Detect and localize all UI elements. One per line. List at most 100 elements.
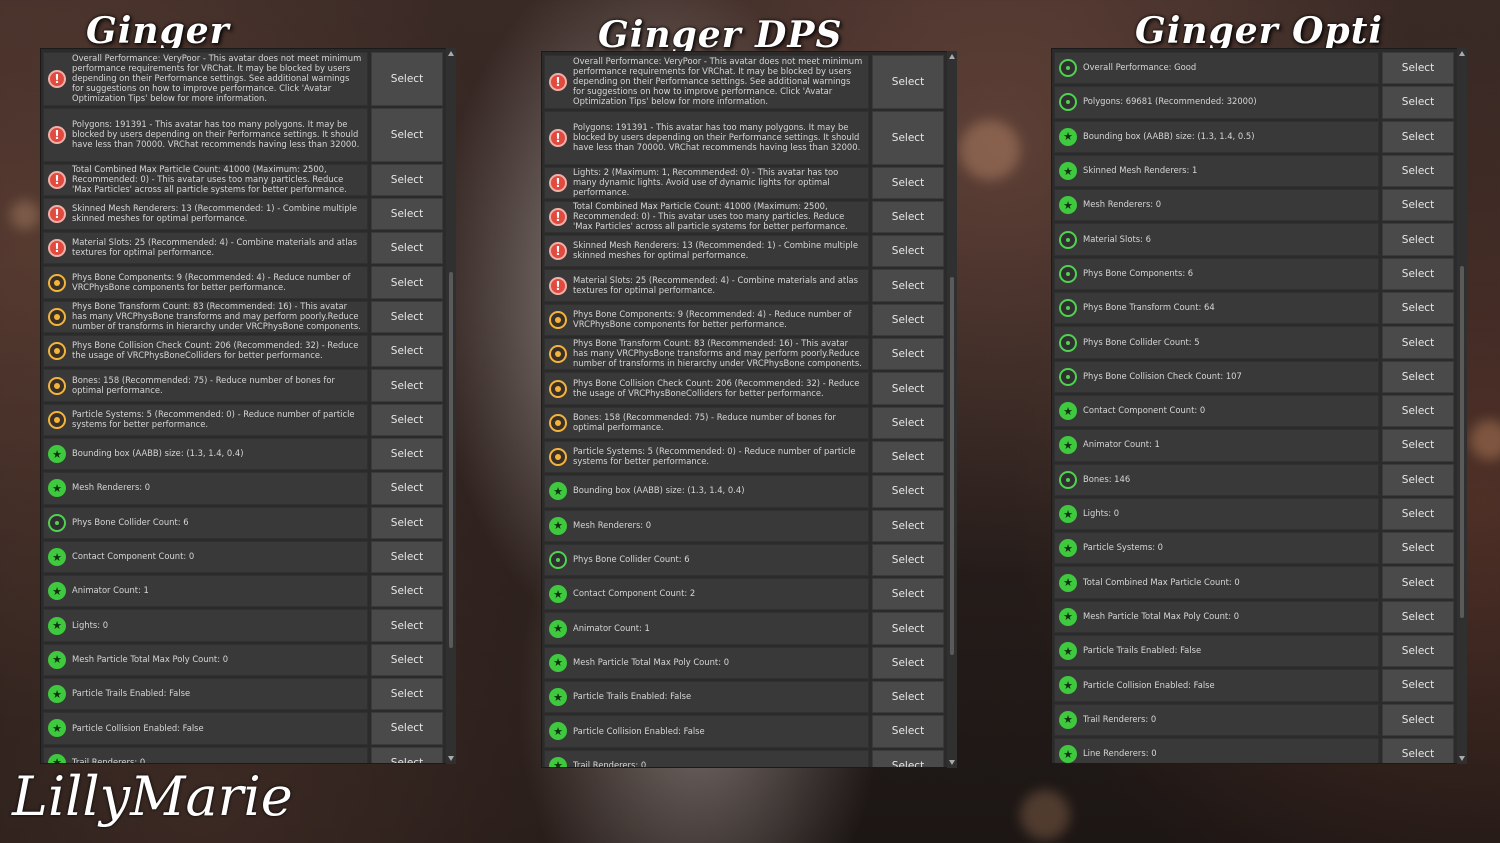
select-button[interactable]: Select: [1382, 703, 1454, 736]
scroll-down-icon[interactable]: [448, 756, 454, 761]
select-button[interactable]: Select: [1382, 497, 1454, 531]
select-button[interactable]: Select: [872, 612, 944, 645]
select-button[interactable]: Select: [872, 475, 944, 508]
list-item: ★ Mesh Renderers: 0 Select: [544, 509, 949, 543]
list-item: ! Total Combined Max Particle Count: 4100…: [43, 163, 447, 197]
select-button[interactable]: Select: [371, 472, 443, 505]
select-button[interactable]: Select: [371, 163, 443, 196]
select-button[interactable]: Select: [1382, 360, 1454, 393]
performance-message: ★ Mesh Renderers: 0: [544, 509, 869, 542]
select-button[interactable]: Select: [1382, 463, 1454, 496]
scroll-up-icon[interactable]: [949, 54, 955, 59]
select-button[interactable]: Select: [371, 437, 443, 471]
select-button[interactable]: Select: [872, 338, 944, 371]
select-button[interactable]: Select: [1382, 635, 1454, 668]
performance-message: Phys Bone Collision Check Count: 206 (Re…: [43, 335, 368, 368]
select-button[interactable]: Select: [872, 372, 944, 405]
select-button[interactable]: Select: [371, 712, 443, 745]
performance-message: Phys Bone Collision Check Count: 206 (Re…: [544, 372, 869, 405]
select-button[interactable]: Select: [1382, 223, 1454, 256]
select-button[interactable]: Select: [1382, 600, 1454, 634]
select-button[interactable]: Select: [1382, 154, 1454, 188]
select-button[interactable]: Select: [371, 575, 443, 608]
scrollbar-ginger-opti[interactable]: [1457, 48, 1467, 764]
select-button[interactable]: Select: [371, 107, 443, 162]
select-button[interactable]: Select: [872, 543, 944, 577]
performance-message: Phys Bone Components: 9 (Recommended: 4)…: [43, 266, 368, 299]
select-button[interactable]: Select: [1382, 189, 1454, 222]
select-button[interactable]: Select: [371, 643, 443, 677]
star-icon: ★: [48, 445, 66, 464]
select-button[interactable]: Select: [872, 578, 944, 611]
select-button[interactable]: Select: [371, 232, 443, 265]
select-button[interactable]: Select: [371, 300, 443, 334]
performance-text: Lights: 2 (Maximum: 1, Recommended: 0) -…: [573, 166, 839, 197]
select-button[interactable]: Select: [371, 540, 443, 574]
select-button[interactable]: Select: [371, 197, 443, 231]
performance-message: Phys Bone Components: 6: [1054, 257, 1379, 291]
select-button[interactable]: Select: [872, 681, 944, 714]
error-icon: !: [48, 170, 66, 189]
scroll-down-icon[interactable]: [1459, 756, 1465, 761]
warning-icon: [549, 345, 567, 364]
scroll-up-icon[interactable]: [1459, 51, 1465, 56]
select-button[interactable]: Select: [872, 749, 944, 767]
select-button[interactable]: Select: [1382, 669, 1454, 702]
performance-text: Particle Trails Enabled: False: [573, 691, 692, 702]
select-button[interactable]: Select: [1382, 86, 1454, 119]
select-button[interactable]: Select: [1382, 394, 1454, 428]
select-button[interactable]: Select: [371, 266, 443, 299]
select-button[interactable]: Select: [371, 403, 443, 436]
select-button[interactable]: Select: [371, 746, 443, 763]
select-button[interactable]: Select: [1382, 120, 1454, 153]
scrollbar-ginger[interactable]: [446, 48, 456, 764]
select-button[interactable]: Select: [872, 110, 944, 165]
select-button[interactable]: Select: [371, 369, 443, 402]
performance-text: Total Combined Max Particle Count: 41000…: [72, 163, 347, 194]
select-button[interactable]: Select: [371, 609, 443, 642]
performance-text: Bounding box (AABB) size: (1.3, 1.4, 0.4…: [72, 448, 244, 459]
performance-text: Line Renderers: 0: [1083, 748, 1157, 759]
performance-message: ★ Particle Trails Enabled: False: [1054, 635, 1379, 668]
select-button[interactable]: Select: [1382, 737, 1454, 763]
select-button[interactable]: Select: [872, 303, 944, 337]
scrollbar-ginger-dps[interactable]: [947, 51, 957, 768]
select-button[interactable]: Select: [1382, 566, 1454, 599]
select-button[interactable]: Select: [872, 55, 944, 109]
info-icon: [1059, 264, 1077, 283]
scrollbar-thumb[interactable]: [1460, 266, 1464, 618]
star-icon: ★: [549, 585, 567, 604]
select-button[interactable]: Select: [371, 52, 443, 106]
select-button[interactable]: Select: [371, 678, 443, 711]
select-button[interactable]: Select: [1382, 429, 1454, 462]
select-button[interactable]: Select: [1382, 292, 1454, 325]
select-button[interactable]: Select: [1382, 257, 1454, 291]
scroll-down-icon[interactable]: [949, 760, 955, 765]
scrollbar-thumb[interactable]: [449, 272, 453, 648]
select-button[interactable]: Select: [872, 200, 944, 234]
select-button[interactable]: Select: [872, 646, 944, 680]
select-button[interactable]: Select: [1382, 52, 1454, 85]
select-button[interactable]: Select: [872, 166, 944, 199]
select-button[interactable]: Select: [872, 440, 944, 474]
list-item: ! Overall Performance: VeryPoor - This av…: [43, 51, 447, 107]
list-item: Phys Bone Transform Count: 83 (Recommend…: [544, 337, 949, 371]
info-icon: [1059, 93, 1077, 112]
performance-message: ★ Mesh Renderers: 0: [43, 472, 368, 505]
select-button[interactable]: Select: [872, 509, 944, 542]
performance-text: Phys Bone Transform Count: 83 (Recommend…: [72, 301, 361, 331]
list-item: ★ Particle Collision Enabled: False Select: [544, 714, 949, 748]
scroll-up-icon[interactable]: [448, 51, 454, 56]
performance-text: Skinned Mesh Renderers: 13 (Recommended:…: [72, 203, 358, 224]
performance-message: ★ Trail Renderers: 0: [544, 749, 869, 767]
select-button[interactable]: Select: [371, 335, 443, 368]
select-button[interactable]: Select: [872, 715, 944, 748]
select-button[interactable]: Select: [872, 406, 944, 439]
select-button[interactable]: Select: [1382, 326, 1454, 359]
select-button[interactable]: Select: [1382, 532, 1454, 565]
performance-message: ! Skinned Mesh Renderers: 13 (Recommended…: [544, 235, 869, 268]
scrollbar-thumb[interactable]: [950, 277, 954, 655]
select-button[interactable]: Select: [872, 269, 944, 302]
select-button[interactable]: Select: [371, 506, 443, 539]
select-button[interactable]: Select: [872, 235, 944, 268]
